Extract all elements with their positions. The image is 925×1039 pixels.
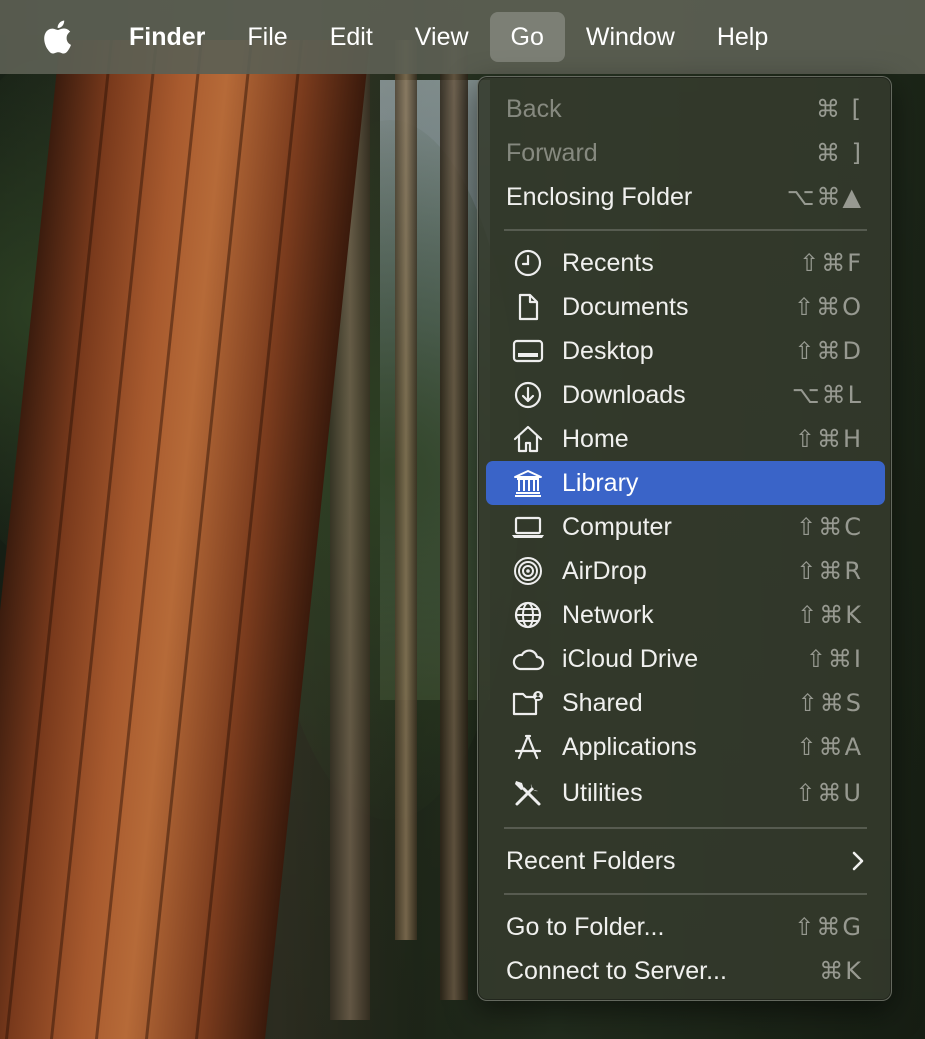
menu-item-connect-to-server[interactable]: Connect to Server... ⌘K — [486, 949, 885, 993]
menu-item-shortcut: ⌥⌘L — [791, 381, 863, 409]
menu-item-shortcut: ⌘ [ — [816, 95, 863, 123]
menu-bar: Finder File Edit View Go Window Help — [0, 0, 925, 74]
menu-item-shortcut: ⌘ ] — [816, 139, 863, 167]
airdrop-icon — [510, 553, 546, 589]
download-icon — [510, 377, 546, 413]
menu-item-enclosing-folder[interactable]: Enclosing Folder ⌥⌘▲ — [486, 175, 885, 219]
menu-item-label: Enclosing Folder — [506, 182, 693, 211]
utilities-icon — [510, 775, 546, 811]
cloud-icon — [510, 641, 546, 677]
menu-item-shortcut: ⇧⌘A — [796, 733, 863, 761]
menu-edit[interactable]: Edit — [309, 12, 394, 62]
menu-item-label: Network — [562, 600, 654, 629]
menu-item-label: Desktop — [562, 336, 654, 365]
menu-item-icloud-drive[interactable]: iCloud Drive ⇧⌘I — [486, 637, 885, 681]
menu-item-shortcut: ⇧⌘O — [794, 293, 863, 321]
menu-item-shortcut: ⇧⌘S — [797, 689, 863, 717]
menu-item-label: Computer — [562, 512, 672, 541]
menu-item-shortcut: ⌘K — [819, 957, 863, 985]
apple-logo-icon[interactable] — [38, 17, 76, 57]
menu-item-label: Recents — [562, 248, 654, 277]
menu-item-back[interactable]: Back ⌘ [ — [486, 87, 885, 131]
menu-item-label: Back — [506, 94, 562, 123]
library-icon — [510, 465, 546, 501]
menu-item-label: Utilities — [562, 778, 643, 807]
menu-item-shortcut: ⇧⌘H — [794, 425, 863, 453]
menu-item-library[interactable]: Library — [486, 461, 885, 505]
wallpaper-tree — [395, 40, 417, 940]
menu-item-recent-folders[interactable]: Recent Folders — [486, 839, 885, 883]
wallpaper-redwood-trunk — [0, 40, 371, 1039]
menu-item-label: Connect to Server... — [506, 956, 727, 985]
menu-item-desktop[interactable]: Desktop ⇧⌘D — [486, 329, 885, 373]
menu-item-label: Home — [562, 424, 629, 453]
menu-item-utilities[interactable]: Utilities ⇧⌘U — [486, 771, 885, 815]
menu-item-recents[interactable]: Recents ⇧⌘F — [486, 241, 885, 285]
menu-help[interactable]: Help — [696, 12, 789, 62]
menu-item-documents[interactable]: Documents ⇧⌘O — [486, 285, 885, 329]
menu-item-label: Downloads — [562, 380, 686, 409]
go-menu-dropdown: Back ⌘ [ Forward ⌘ ] Enclosing Folder ⌥⌘… — [477, 76, 892, 1001]
menu-item-shortcut: ⇧⌘I — [805, 645, 863, 673]
menu-item-label: Library — [562, 468, 639, 497]
menu-item-label: Shared — [562, 688, 643, 717]
menu-item-label: AirDrop — [562, 556, 647, 585]
menu-item-applications[interactable]: Applications ⇧⌘A — [486, 725, 885, 769]
menu-item-label: Go to Folder... — [506, 912, 665, 941]
globe-icon — [510, 597, 546, 633]
menu-item-label: Recent Folders — [506, 846, 676, 875]
menu-item-network[interactable]: Network ⇧⌘K — [486, 593, 885, 637]
menu-item-label: Documents — [562, 292, 689, 321]
menu-item-computer[interactable]: Computer ⇧⌘C — [486, 505, 885, 549]
menu-file[interactable]: File — [226, 12, 308, 62]
applications-icon — [510, 729, 546, 765]
menu-item-shared[interactable]: Shared ⇧⌘S — [486, 681, 885, 725]
shared-folder-icon — [510, 685, 546, 721]
menu-item-downloads[interactable]: Downloads ⌥⌘L — [486, 373, 885, 417]
menu-view[interactable]: View — [394, 12, 490, 62]
menu-finder[interactable]: Finder — [108, 12, 226, 62]
menu-item-shortcut: ⇧⌘K — [797, 601, 863, 629]
menu-separator — [504, 229, 867, 231]
menu-item-go-to-folder[interactable]: Go to Folder... ⇧⌘G — [486, 905, 885, 949]
menu-item-shortcut: ⇧⌘G — [794, 913, 863, 941]
menu-item-shortcut: ⇧⌘F — [799, 249, 863, 277]
clock-icon — [510, 245, 546, 281]
menu-item-shortcut: ⇧⌘R — [796, 557, 863, 585]
menu-separator — [504, 893, 867, 895]
chevron-right-icon — [851, 850, 865, 872]
menu-item-label: Forward — [506, 138, 598, 167]
wallpaper-tree — [440, 40, 468, 1000]
menu-item-shortcut: ⇧⌘D — [794, 337, 863, 365]
laptop-icon — [510, 509, 546, 545]
menu-item-home[interactable]: Home ⇧⌘H — [486, 417, 885, 461]
desktop-icon — [510, 333, 546, 369]
menu-item-airdrop[interactable]: AirDrop ⇧⌘R — [486, 549, 885, 593]
menu-separator — [504, 827, 867, 829]
menu-item-shortcut: ⇧⌘U — [795, 779, 863, 807]
menu-item-label: iCloud Drive — [562, 644, 699, 673]
menu-item-forward[interactable]: Forward ⌘ ] — [486, 131, 885, 175]
menu-item-shortcut: ⌥⌘▲ — [786, 183, 863, 211]
menu-item-shortcut: ⇧⌘C — [796, 513, 863, 541]
document-icon — [510, 289, 546, 325]
menu-go[interactable]: Go — [489, 12, 565, 62]
home-icon — [510, 421, 546, 457]
menu-window[interactable]: Window — [565, 12, 696, 62]
menu-item-label: Applications — [562, 732, 697, 761]
